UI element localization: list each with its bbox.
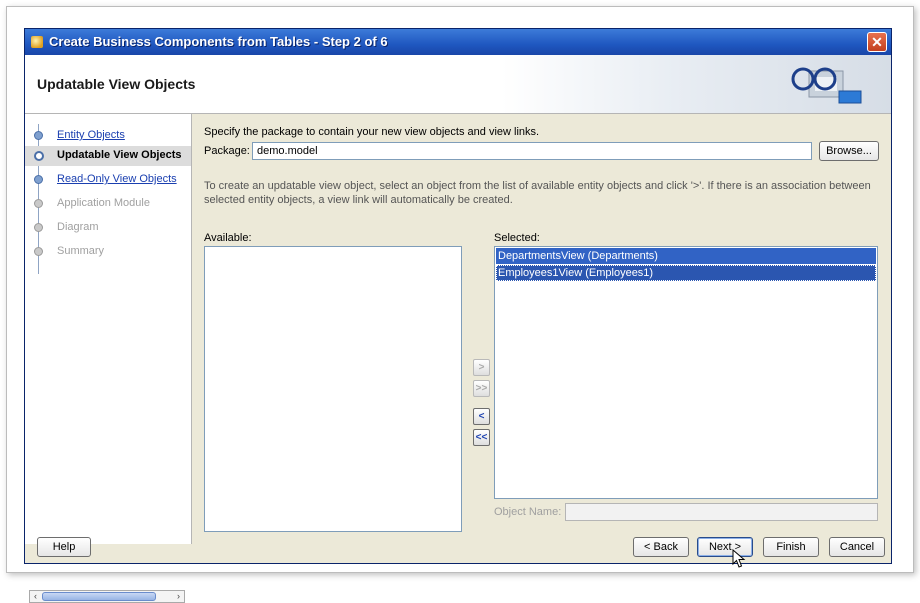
nav-step-summary: Summary bbox=[31, 242, 191, 262]
object-name-input[interactable] bbox=[565, 503, 878, 521]
help-button[interactable]: Help bbox=[37, 537, 91, 557]
steps-horizontal-scrollbar[interactable]: ‹ › bbox=[29, 590, 185, 603]
step-complete-icon bbox=[34, 175, 43, 184]
object-name-label: Object Name: bbox=[494, 506, 562, 518]
selected-label: Selected: bbox=[494, 232, 540, 244]
scrollbar-thumb[interactable] bbox=[42, 592, 156, 601]
available-list[interactable] bbox=[204, 246, 462, 532]
cancel-button[interactable]: Cancel bbox=[829, 537, 885, 557]
title-bar[interactable]: Create Business Components from Tables -… bbox=[25, 29, 891, 55]
nav-step-label: Read-Only View Objects bbox=[57, 173, 177, 185]
scroll-right-icon[interactable]: › bbox=[173, 591, 184, 602]
nav-step-diagram: Diagram bbox=[31, 218, 191, 238]
remove-all-button[interactable]: << bbox=[473, 429, 490, 446]
package-label: Package: bbox=[204, 145, 250, 157]
remove-button[interactable]: < bbox=[473, 408, 490, 425]
step-pending-icon bbox=[34, 247, 43, 256]
step-pending-icon bbox=[34, 199, 43, 208]
close-button[interactable]: ✕ bbox=[867, 32, 887, 52]
nav-step-label: Diagram bbox=[57, 221, 99, 233]
browse-button[interactable]: Browse... bbox=[819, 141, 879, 161]
wizard-graphic-icon bbox=[791, 67, 862, 104]
nav-step-label: Application Module bbox=[57, 197, 150, 209]
available-label: Available: bbox=[204, 232, 252, 244]
wizard-header: Updatable View Objects bbox=[25, 55, 891, 114]
selected-list[interactable]: DepartmentsView (Departments) Employees1… bbox=[494, 246, 878, 499]
mouse-pointer-icon bbox=[732, 549, 746, 568]
nav-step-label: Entity Objects bbox=[57, 129, 125, 141]
back-button[interactable]: < Back bbox=[633, 537, 689, 557]
description-text: To create an updatable view object, sele… bbox=[204, 180, 871, 206]
wizard-steps-panel: Entity Objects Updatable View Objects Re… bbox=[25, 114, 192, 603]
nav-step-application-module: Application Module bbox=[31, 194, 191, 214]
finish-button[interactable]: Finish bbox=[763, 537, 819, 557]
nav-step-label: Summary bbox=[57, 245, 105, 257]
list-item[interactable]: DepartmentsView (Departments) bbox=[496, 248, 876, 264]
wizard-content: Specify the package to contain your new … bbox=[192, 114, 891, 544]
window-title: Create Business Components from Tables -… bbox=[49, 34, 388, 49]
nav-step-entity-objects[interactable]: Entity Objects bbox=[31, 126, 191, 146]
nav-step-updatable-view-objects[interactable]: Updatable View Objects bbox=[25, 146, 191, 166]
instruction-text: Specify the package to contain your new … bbox=[204, 126, 540, 138]
app-icon bbox=[31, 36, 43, 48]
nav-step-label: Updatable View Objects bbox=[57, 149, 182, 161]
add-all-button[interactable]: >> bbox=[473, 380, 490, 397]
step-pending-icon bbox=[34, 223, 43, 232]
step-complete-icon bbox=[34, 131, 43, 140]
add-button[interactable]: > bbox=[473, 359, 490, 376]
page-title: Updatable View Objects bbox=[37, 76, 196, 92]
nav-step-read-only-view-objects[interactable]: Read-Only View Objects bbox=[31, 170, 191, 190]
step-current-icon bbox=[34, 151, 44, 161]
package-input[interactable]: demo.model bbox=[252, 142, 812, 160]
wizard-dialog: Create Business Components from Tables -… bbox=[24, 28, 892, 603]
list-item[interactable]: Employees1View (Employees1) bbox=[496, 265, 876, 281]
scroll-left-icon[interactable]: ‹ bbox=[30, 591, 41, 602]
